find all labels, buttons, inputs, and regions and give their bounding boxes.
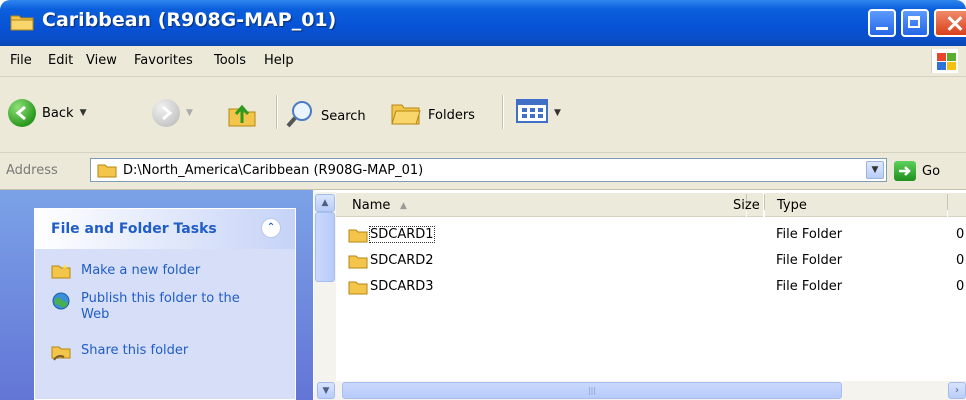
sort-ascending-icon: ▲ xyxy=(400,201,407,211)
forward-button[interactable]: ▼ xyxy=(152,99,193,127)
new-folder-icon xyxy=(51,263,71,283)
views-icon xyxy=(516,99,548,127)
up-folder-icon xyxy=(226,99,258,133)
up-folder-button[interactable] xyxy=(226,99,258,133)
menu-tools[interactable]: Tools xyxy=(214,53,246,68)
views-button[interactable]: ▼ xyxy=(516,99,561,127)
folder-icon xyxy=(97,162,117,182)
address-label: Address xyxy=(6,163,58,178)
scroll-right-icon[interactable]: › xyxy=(948,382,966,399)
go-label: Go xyxy=(922,163,941,179)
back-dropdown-icon[interactable]: ▼ xyxy=(80,108,87,118)
menu-view[interactable]: View xyxy=(86,53,117,68)
folders-button[interactable]: Folders xyxy=(390,99,475,131)
task-panel-title: File and Folder Tasks xyxy=(51,221,217,237)
column-name-label: Name xyxy=(352,198,391,213)
address-path: D:\North_America\Caribbean (R908G-MAP_01… xyxy=(123,163,424,178)
title-bar[interactable]: Caribbean (R908G-MAP_01) xyxy=(0,0,966,46)
task-share-folder[interactable]: Share this folder xyxy=(51,343,188,365)
folder-icon xyxy=(348,227,368,247)
item-type: File Folder xyxy=(776,279,843,294)
scrollbar-thumb[interactable]: ||| xyxy=(342,382,842,399)
item-type: File Folder xyxy=(776,227,843,242)
window-title: Caribbean (R908G-MAP_01) xyxy=(42,9,337,31)
windows-logo-icon xyxy=(931,49,958,73)
item-date: 0 xyxy=(956,279,965,294)
go-button[interactable]: Go xyxy=(894,161,940,181)
address-bar: Address D:\North_America\Caribbean (R908… xyxy=(0,153,966,190)
address-dropdown-icon[interactable]: ▼ xyxy=(866,161,884,179)
horizontal-scrollbar[interactable]: ▼ ||| › xyxy=(314,381,966,400)
publish-web-icon xyxy=(51,291,71,315)
task-label: Make a new folder xyxy=(81,263,201,278)
toolbar-separator xyxy=(276,95,278,129)
forward-dropdown-icon[interactable]: ▼ xyxy=(186,108,193,118)
back-button[interactable]: Back ▼ xyxy=(8,99,86,127)
menu-bar: File Edit View Favorites Tools Help xyxy=(0,46,966,77)
column-size-label: Size xyxy=(733,198,760,213)
task-label: Publish this folder to the Web xyxy=(81,291,240,322)
column-header-name[interactable]: Name ▲ xyxy=(336,193,746,217)
item-name: SDCARD2 xyxy=(370,253,434,268)
column-type-label: Type xyxy=(777,198,807,213)
views-dropdown-icon[interactable]: ▼ xyxy=(554,108,561,118)
search-label: Search xyxy=(321,108,366,124)
menu-favorites[interactable]: Favorites xyxy=(134,53,193,68)
file-folder-tasks-panel: File and Folder Tasks ⌃ Make a new folde… xyxy=(34,208,296,400)
item-date: 0 xyxy=(956,227,965,242)
back-arrow-icon xyxy=(8,99,36,127)
scrollbar-thumb[interactable] xyxy=(315,212,335,282)
address-field[interactable]: D:\North_America\Caribbean (R908G-MAP_01… xyxy=(90,158,887,182)
column-header-type[interactable]: Type xyxy=(765,193,947,217)
folder-icon xyxy=(348,253,368,273)
search-icon xyxy=(285,99,315,133)
scroll-up-icon[interactable]: ▲ xyxy=(315,194,335,212)
scroll-down-icon[interactable]: ▼ xyxy=(317,382,335,399)
folder-icon xyxy=(10,12,34,36)
folders-label: Folders xyxy=(428,107,475,123)
maximize-button[interactable] xyxy=(901,9,929,37)
go-arrow-icon xyxy=(894,161,916,181)
column-header-date[interactable] xyxy=(948,193,966,217)
collapse-chevron-icon[interactable]: ⌃ xyxy=(261,218,281,238)
task-panel-header[interactable]: File and Folder Tasks ⌃ xyxy=(35,209,295,249)
task-pane-scrollbar[interactable]: ▲ xyxy=(314,192,336,400)
share-folder-icon xyxy=(51,343,71,365)
minimize-button[interactable] xyxy=(868,9,896,37)
file-list: Name ▲ Size Type SDCARD1 File Folder 0 S… xyxy=(336,190,966,381)
menu-file[interactable]: File xyxy=(10,53,32,68)
item-name: SDCARD3 xyxy=(370,279,434,294)
menu-help[interactable]: Help xyxy=(264,53,294,68)
item-name: SDCARD1 xyxy=(369,226,435,243)
item-type: File Folder xyxy=(776,253,843,268)
task-publish-to-web[interactable]: Publish this folder to the Web xyxy=(51,291,251,323)
item-date: 0 xyxy=(956,253,965,268)
list-item[interactable]: SDCARD3 File Folder 0 xyxy=(336,276,966,298)
toolbar: Back ▼ ▼ Search Folders ▼ xyxy=(0,77,966,153)
forward-arrow-icon xyxy=(152,99,180,127)
toolbar-separator xyxy=(502,95,504,129)
column-header-size[interactable]: Size xyxy=(733,193,763,217)
back-label: Back xyxy=(42,105,74,121)
search-button[interactable]: Search xyxy=(285,99,366,133)
task-label: Share this folder xyxy=(81,343,189,358)
close-button[interactable] xyxy=(934,9,966,37)
menu-edit[interactable]: Edit xyxy=(48,53,73,68)
task-pane: File and Folder Tasks ⌃ Make a new folde… xyxy=(0,190,313,400)
list-item[interactable]: SDCARD2 File Folder 0 xyxy=(336,250,966,272)
folders-icon xyxy=(390,99,422,131)
task-make-new-folder[interactable]: Make a new folder xyxy=(51,263,200,283)
list-item[interactable]: SDCARD1 File Folder 0 xyxy=(336,224,966,246)
folder-icon xyxy=(348,279,368,299)
